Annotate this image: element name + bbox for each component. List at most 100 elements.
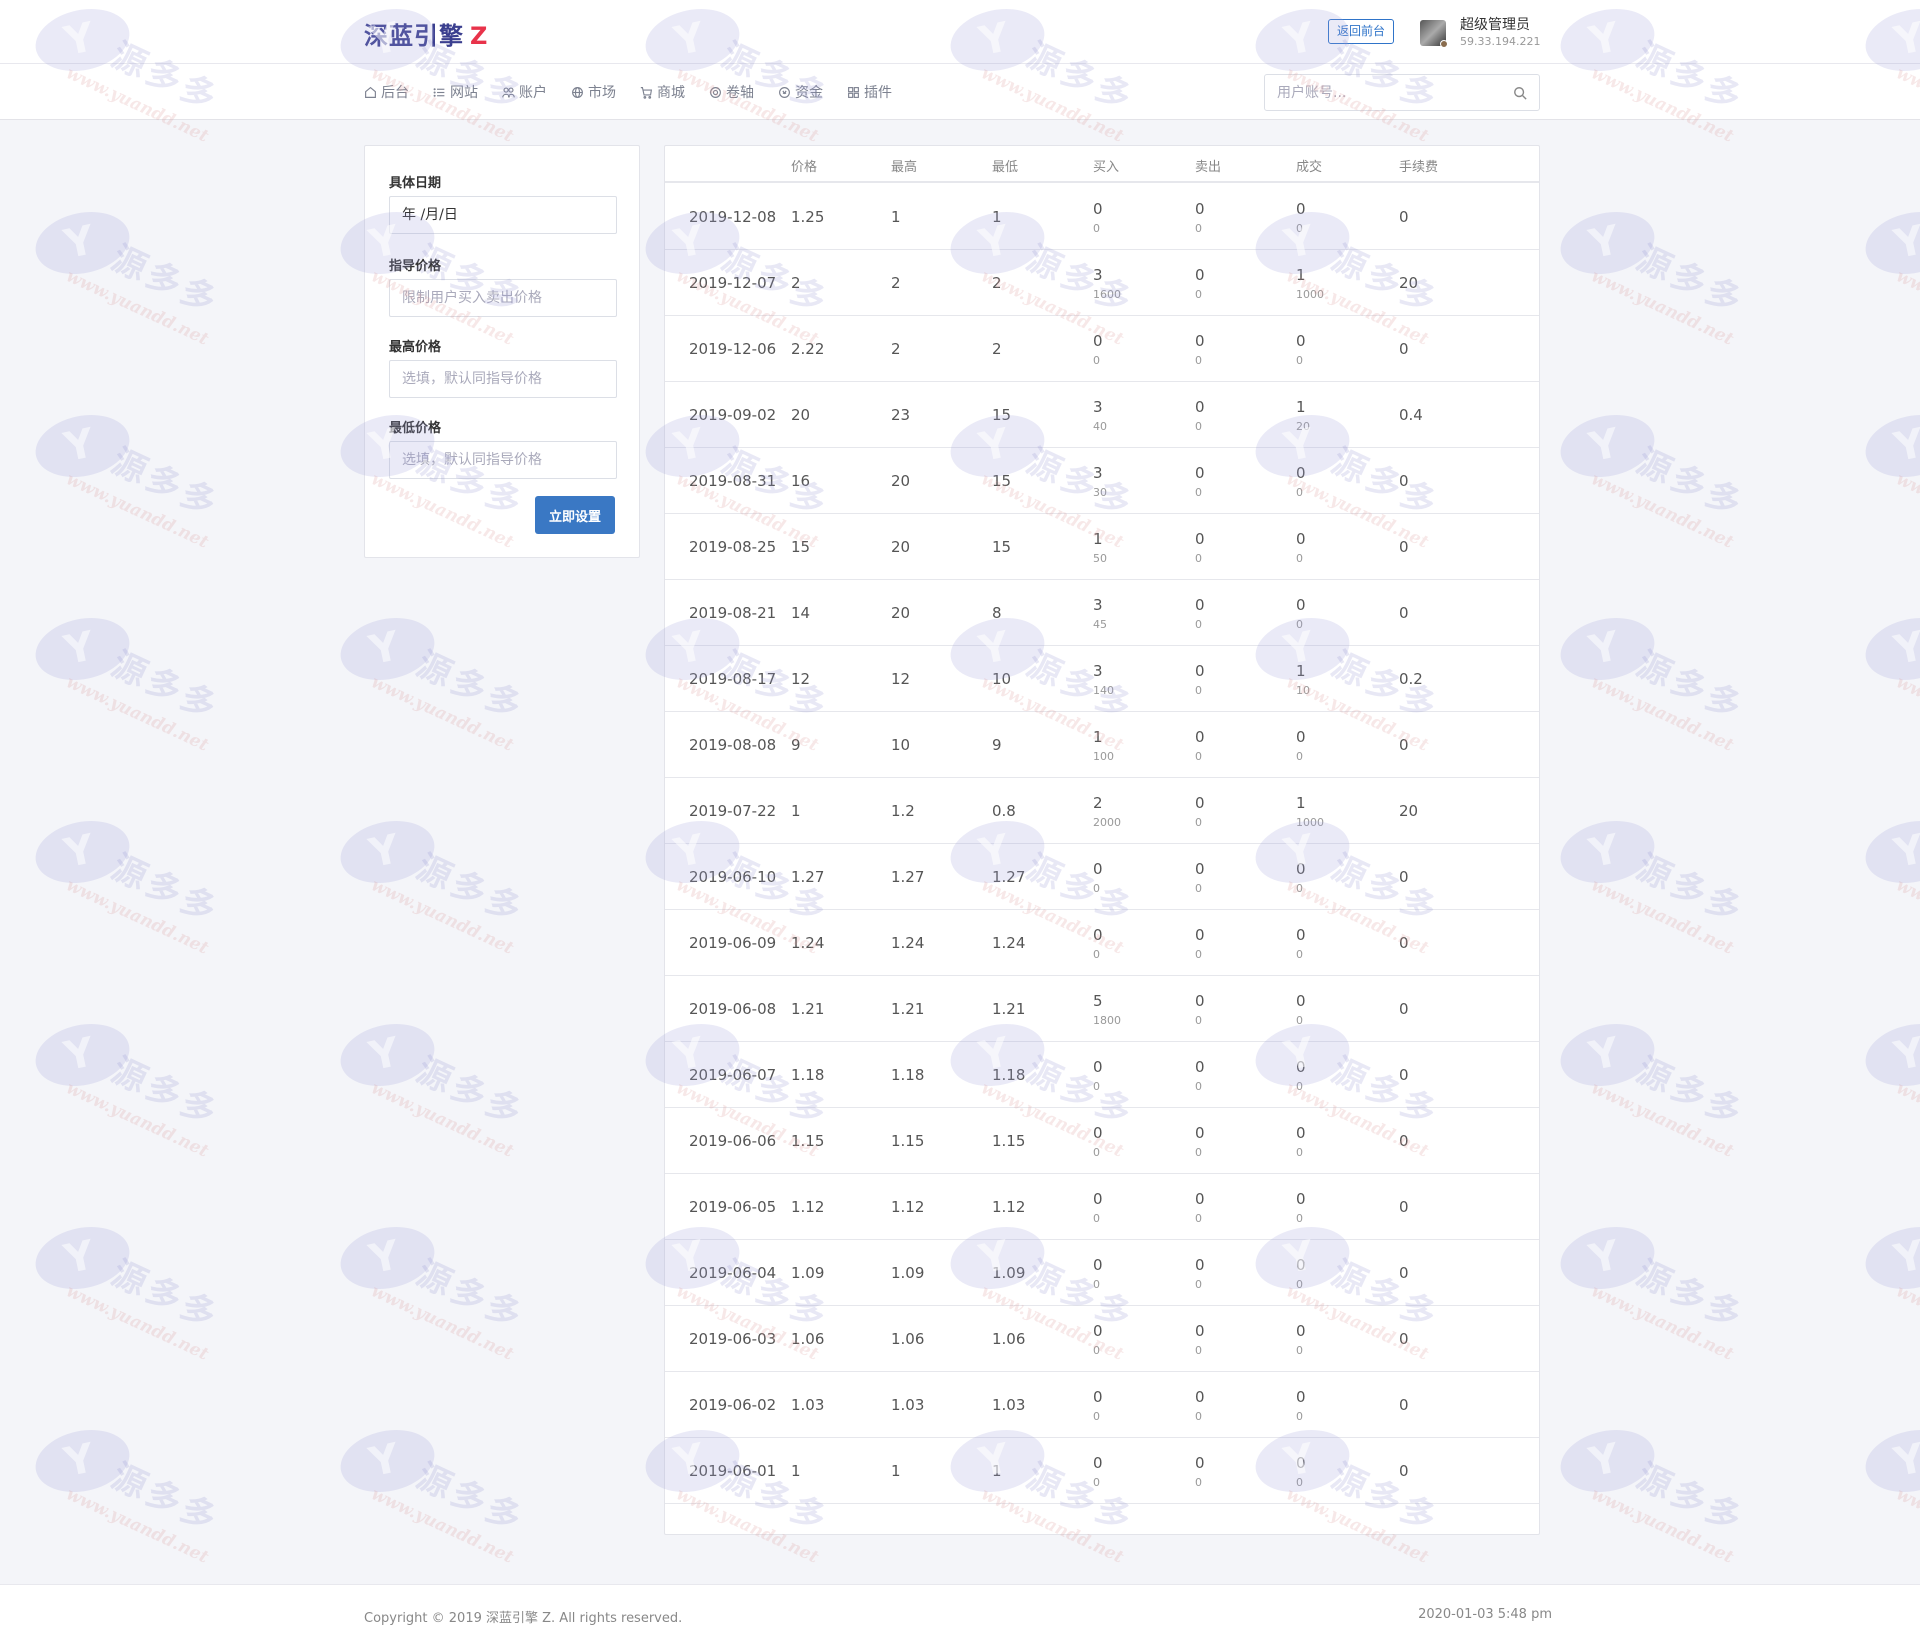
price-cell: 1.18 (791, 1066, 825, 1084)
watermark-logo-icon (334, 812, 441, 892)
low-cell: 15 (992, 472, 1012, 490)
buy-count-cell: 3 (1093, 596, 1103, 614)
price-cell: 14 (791, 604, 811, 622)
watermark-tile: 源多多www.yuandd.net (334, 609, 565, 769)
grid-icon (848, 86, 859, 98)
table-row: 2019-06-03 1.06 1.06 1.06 0 0 0 0 0 0 0 (665, 1306, 1539, 1372)
watermark-text: 源多多 (105, 441, 226, 526)
watermark-text: 源多多 (1630, 847, 1751, 932)
sell-amount-cell: 0 (1195, 1410, 1202, 1423)
search-icon[interactable] (1513, 86, 1527, 100)
sell-count-cell: 0 (1195, 1190, 1205, 1208)
low-cell: 2 (992, 340, 1002, 358)
deal-count-cell: 0 (1296, 1058, 1306, 1076)
buy-count-cell: 0 (1093, 1190, 1103, 1208)
nav-label: 后台 (381, 85, 409, 101)
watermark-tile: 源多多www.yuandd.net (29, 1218, 260, 1378)
watermark-url: www.yuandd.net (63, 1281, 212, 1365)
watermark-logo-icon (29, 406, 136, 486)
max-price-input[interactable] (389, 360, 617, 398)
watermark-url: www.yuandd.net (1893, 266, 1920, 350)
sell-count-cell: 0 (1195, 464, 1205, 482)
nav-item-6[interactable]: 资金 (778, 82, 823, 102)
nav-item-0[interactable]: 后台 (364, 82, 409, 102)
column-header: 手续费 (1399, 160, 1439, 175)
sell-count-cell: 0 (1195, 332, 1205, 350)
table-row: 2019-08-25 15 20 15 1 50 0 0 0 0 0 (665, 514, 1539, 580)
sell-count-cell: 0 (1195, 662, 1205, 680)
low-cell: 0.8 (992, 802, 1016, 820)
date-cell: 2019-06-10 (689, 868, 777, 886)
high-cell: 2 (891, 340, 901, 358)
watermark-tile: 源多多www.yuandd.net (29, 1015, 260, 1175)
watermark-url: www.yuandd.net (63, 469, 212, 553)
date-cell: 2019-08-31 (689, 472, 777, 490)
sell-amount-cell: 0 (1195, 1212, 1202, 1225)
buy-amount-cell: 1600 (1093, 288, 1121, 301)
watermark-tile: 源多多www.yuandd.net (334, 812, 565, 972)
high-cell: 20 (891, 604, 911, 622)
deal-count-cell: 0 (1296, 332, 1306, 350)
watermark-logo-icon (1554, 203, 1661, 283)
deal-count-cell: 0 (1296, 464, 1306, 482)
nav-item-2[interactable]: 账户 (502, 82, 547, 102)
watermark-logo-icon (29, 1218, 136, 1298)
table-row: 2019-06-09 1.24 1.24 1.24 0 0 0 0 0 0 0 (665, 910, 1539, 976)
fee-cell: 20 (1399, 802, 1419, 820)
deal-count-cell: 1 (1296, 794, 1306, 812)
search-input[interactable] (1265, 75, 1495, 110)
watermark-logo-icon (1554, 812, 1661, 892)
date-cell: 2019-08-21 (689, 604, 777, 622)
min-price-input[interactable] (389, 441, 617, 479)
nav-item-4[interactable]: 商城 (640, 82, 685, 102)
min-price-label: 最低价格 (389, 421, 442, 436)
nav-item-7[interactable]: 插件 (847, 82, 892, 102)
coin-icon (779, 86, 790, 98)
watermark-logo-icon (1859, 812, 1920, 892)
watermark-url: www.yuandd.net (1588, 875, 1737, 959)
sell-amount-cell: 0 (1195, 1476, 1202, 1489)
nav-item-5[interactable]: 卷轴 (709, 82, 754, 102)
guide-price-input[interactable] (389, 279, 617, 317)
back-to-frontend-button[interactable]: 返回前台 (1328, 19, 1395, 44)
watermark-url: www.yuandd.net (1893, 875, 1920, 959)
user-name[interactable]: 超级管理员 (1460, 14, 1530, 34)
fee-cell: 0 (1399, 208, 1409, 226)
deal-amount-cell: 0 (1296, 486, 1303, 499)
buy-count-cell: 0 (1093, 1454, 1103, 1472)
sell-amount-cell: 0 (1195, 618, 1202, 631)
fee-cell: 0.2 (1399, 670, 1423, 688)
watermark-text: 源多多 (1630, 1456, 1751, 1541)
price-cell: 1.12 (791, 1198, 825, 1216)
watermark-text: 源多多 (1630, 441, 1751, 526)
watermark-text: 源多多 (410, 847, 531, 932)
deal-amount-cell: 0 (1296, 618, 1303, 631)
watermark-logo-icon (1554, 1421, 1661, 1501)
deal-amount-cell: 0 (1296, 1080, 1303, 1093)
price-cell: 1.06 (791, 1330, 825, 1348)
watermark-tile: 源多多www.yuandd.net (1554, 1421, 1785, 1581)
fee-cell: 0 (1399, 1396, 1409, 1414)
fee-cell: 0 (1399, 736, 1409, 754)
watermark-logo-icon (1859, 406, 1920, 486)
table-row: 2019-08-17 12 12 10 3 140 0 0 1 10 0.2 (665, 646, 1539, 712)
watermark-logo-icon (1859, 609, 1920, 689)
avatar[interactable] (1420, 20, 1448, 48)
submit-button[interactable]: 立即设置 (535, 496, 615, 534)
watermark-url: www.yuandd.net (368, 1078, 517, 1162)
price-cell: 1.09 (791, 1264, 825, 1282)
date-cell: 2019-12-06 (689, 340, 777, 358)
watermark-url: www.yuandd.net (63, 266, 212, 350)
nav-item-1[interactable]: 网站 (433, 82, 478, 102)
low-cell: 1.18 (992, 1066, 1026, 1084)
server-time: 2020-01-03 5:48 pm (1418, 1607, 1552, 1622)
watermark-tile: 源多多www.yuandd.net (1554, 609, 1785, 769)
watermark-logo-icon (1859, 1015, 1920, 1095)
watermark-text: 源多多 (1630, 644, 1751, 729)
nav-item-3[interactable]: 市场 (571, 82, 616, 102)
site-logo[interactable]: 深蓝引擎 Z (364, 16, 488, 51)
watermark-text: 源多多 (105, 644, 226, 729)
watermark-text: 源多多 (410, 1456, 531, 1541)
date-field[interactable]: 年 /月/日 (389, 196, 617, 234)
date-label: 具体日期 (389, 176, 442, 191)
